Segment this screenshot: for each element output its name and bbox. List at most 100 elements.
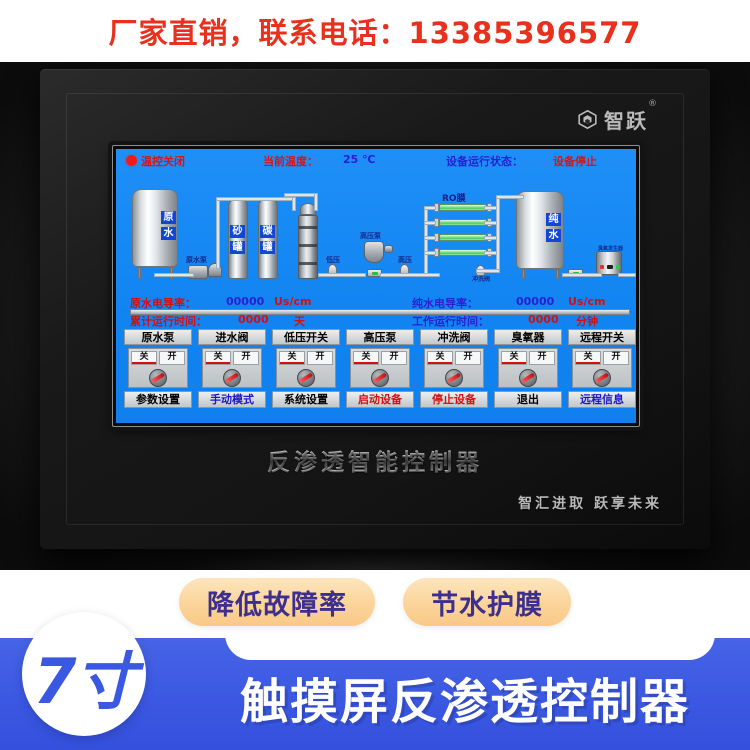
promo-text: 厂家直销，联系电话：13385396577 xyxy=(108,16,642,50)
pipe-segment xyxy=(424,251,436,255)
hmi-screen[interactable]: 温控关闭 当前温度： 25 ℃ 设备运行状态： 设备停止 原 水 原水泵 砂 罐… xyxy=(116,149,636,423)
pipe-segment xyxy=(496,195,500,271)
rotary-knob-icon[interactable] xyxy=(297,369,315,387)
switch-segments: 关 开 xyxy=(279,351,333,365)
carbon-tank-label2: 罐 xyxy=(260,241,275,254)
pure-water-tank-label2: 水 xyxy=(546,229,561,242)
tank-leg xyxy=(556,269,559,279)
switch-on-button[interactable]: 开 xyxy=(233,351,259,365)
switch-inlet-valve[interactable]: 关 开 xyxy=(202,348,262,388)
hmi-device-body: 智跃 ® 温控关闭 当前温度： 25 ℃ 设备运行状态： 设备停止 原 水 原水… xyxy=(40,69,710,549)
raw-water-pump-label: 原水泵 xyxy=(186,256,207,264)
control-column-flush-valve: 冲洗阀 关 开 停止设备 xyxy=(420,329,488,421)
ozone-led-black xyxy=(607,265,613,269)
switch-on-button[interactable]: 开 xyxy=(381,351,407,365)
sand-tank-label2: 罐 xyxy=(230,241,245,254)
switch-segments: 关 开 xyxy=(427,351,481,365)
switch-segments: 关 开 xyxy=(501,351,555,365)
rotary-knob-icon[interactable] xyxy=(445,369,463,387)
switch-on-button[interactable]: 开 xyxy=(159,351,185,365)
control-title: 原水泵 xyxy=(124,329,192,345)
switch-on-button[interactable]: 开 xyxy=(529,351,555,365)
pipe-segment xyxy=(424,206,436,210)
work-runtime-label: 工作运行时间： xyxy=(412,315,489,328)
red-status-dot-icon xyxy=(126,155,137,166)
brand-name: 智跃 ® xyxy=(604,99,657,134)
control-column-ozone-generator: 臭氧器 关 开 退出 xyxy=(494,329,562,421)
pipe-segment xyxy=(314,193,318,211)
work-runtime-value: 0000 xyxy=(528,313,559,326)
switch-off-button[interactable]: 关 xyxy=(575,351,601,365)
rotary-knob-icon[interactable] xyxy=(223,369,241,387)
switch-off-button[interactable]: 关 xyxy=(131,351,157,365)
product-photo: 智跃 ® 温控关闭 当前温度： 25 ℃ 设备运行状态： 设备停止 原 水 原水… xyxy=(0,62,750,570)
ozone-generator xyxy=(596,251,622,275)
brand-logo: 智跃 ® xyxy=(577,99,657,134)
control-title: 臭氧器 xyxy=(494,329,562,345)
device-slogan: 智汇进取 跃享未来 xyxy=(518,496,662,512)
raw-water-tank-label2: 水 xyxy=(161,227,176,240)
control-column-high-pressure-pump: 高压泵 关 开 启动设备 xyxy=(346,329,414,421)
feature-pill-reliability: 降低故障率 xyxy=(179,578,375,626)
switch-off-button[interactable]: 关 xyxy=(427,351,453,365)
switch-high-pressure-pump[interactable]: 关 开 xyxy=(350,348,410,388)
pipe-segment xyxy=(216,197,296,201)
switch-on-button[interactable]: 开 xyxy=(455,351,481,365)
bottom-banner: 7寸 触摸屏反渗透控制器 xyxy=(0,612,750,750)
switch-ozone-generator[interactable]: 关 开 xyxy=(498,348,558,388)
switch-on-button[interactable]: 开 xyxy=(603,351,629,365)
ro-tube xyxy=(439,204,487,211)
control-title: 进水阀 xyxy=(198,329,266,345)
action-button-manual-mode[interactable]: 手动模式 xyxy=(198,391,266,408)
control-title: 高压泵 xyxy=(346,329,414,345)
action-button-param-settings[interactable]: 参数设置 xyxy=(124,391,192,408)
switch-off-button[interactable]: 关 xyxy=(279,351,305,365)
control-grid: 原水泵 关 开 参数设置 进水阀 关 开 手动模式 低压开关 关 开 系统设置 … xyxy=(124,329,636,421)
pure-conductivity-label: 纯水电导率： xyxy=(412,297,478,310)
control-column-low-pressure-switch: 低压开关 关 开 系统设置 xyxy=(272,329,340,421)
pure-conductivity-value: 00000 xyxy=(516,295,555,308)
switch-on-button[interactable]: 开 xyxy=(307,351,333,365)
switch-segments: 关 开 xyxy=(131,351,185,365)
pipe-segment xyxy=(476,269,500,273)
pipe-segment xyxy=(424,221,436,225)
filter-band xyxy=(299,262,317,265)
device-model-text: 反渗透智能控制器 xyxy=(40,443,710,477)
hmi-header: 温控关闭 当前温度： 25 ℃ 设备运行状态： 设备停止 xyxy=(116,152,636,170)
action-button-start-device[interactable]: 启动设备 xyxy=(346,391,414,408)
pure-conductivity-unit: Us/cm xyxy=(568,295,606,308)
rotary-knob-icon[interactable] xyxy=(371,369,389,387)
rotary-knob-icon[interactable] xyxy=(593,369,611,387)
raw-conductivity-value: 00000 xyxy=(226,295,265,308)
pipe-segment xyxy=(284,193,318,197)
raw-water-tank-label: 原 xyxy=(161,211,176,224)
raw-conductivity-unit: Us/cm xyxy=(274,295,312,308)
switch-remote[interactable]: 关 开 xyxy=(572,348,632,388)
switch-low-pressure[interactable]: 关 开 xyxy=(276,348,336,388)
size-badge-text: 7寸 xyxy=(33,645,136,718)
control-column-remote-switch: 远程开关 关 开 远程信息 xyxy=(568,329,636,421)
action-button-stop-device[interactable]: 停止设备 xyxy=(420,391,488,408)
rotary-knob-icon[interactable] xyxy=(519,369,537,387)
switch-off-button[interactable]: 关 xyxy=(501,351,527,365)
switch-segments: 关 开 xyxy=(575,351,629,365)
action-button-exit[interactable]: 退出 xyxy=(494,391,562,408)
registered-mark: ® xyxy=(648,99,659,109)
total-runtime-unit: 天 xyxy=(294,315,305,328)
switch-flush-valve[interactable]: 关 开 xyxy=(424,348,484,388)
carbon-tank-label: 碳 xyxy=(260,225,275,238)
control-column-inlet-valve: 进水阀 关 开 手动模式 xyxy=(198,329,266,421)
switch-off-button[interactable]: 关 xyxy=(353,351,379,365)
promo-banner: 厂家直销，联系电话：13385396577 xyxy=(0,0,750,62)
ro-tube xyxy=(439,234,487,241)
rotary-knob-icon[interactable] xyxy=(149,369,167,387)
high-pressure-pump-label: 高压泵 xyxy=(360,232,381,240)
ro-tube xyxy=(439,219,487,226)
action-button-remote-info[interactable]: 远程信息 xyxy=(568,391,636,408)
pipe-segment xyxy=(562,273,602,277)
pipe-segment xyxy=(292,197,296,211)
sand-tank-label: 砂 xyxy=(230,225,245,238)
switch-raw-water-pump[interactable]: 关 开 xyxy=(128,348,188,388)
action-button-system-settings[interactable]: 系统设置 xyxy=(272,391,340,408)
switch-off-button[interactable]: 关 xyxy=(205,351,231,365)
